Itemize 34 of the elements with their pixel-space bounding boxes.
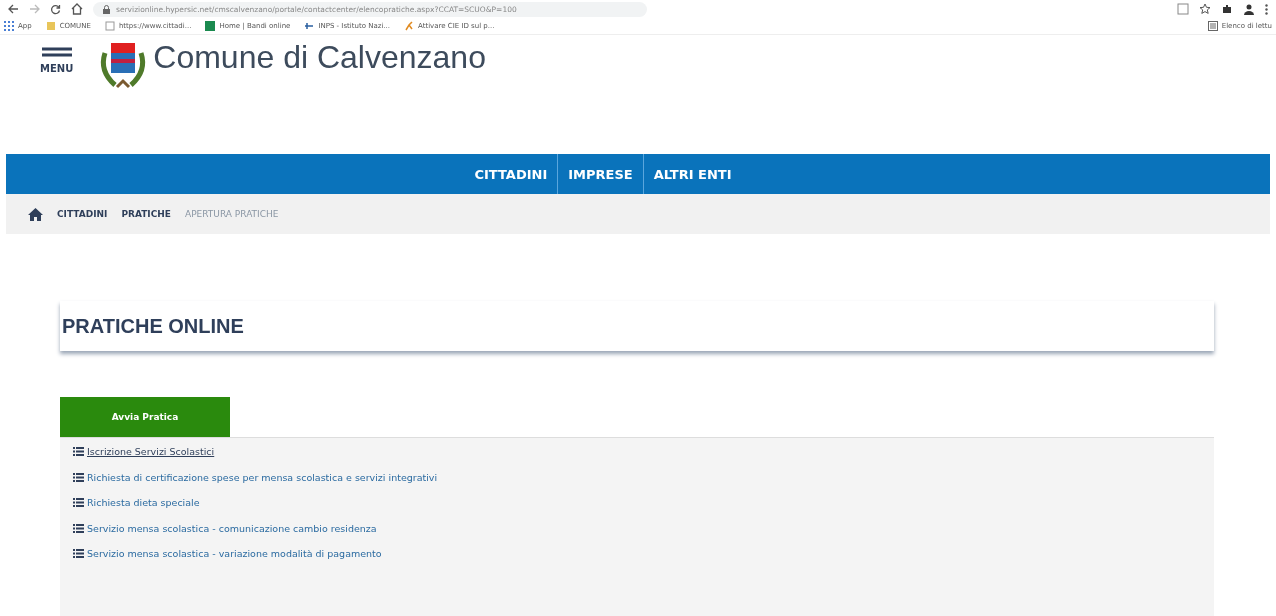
lock-icon (103, 4, 110, 14)
star-icon[interactable] (1199, 3, 1211, 15)
nav-link[interactable]: ALTRI ENTI (643, 154, 742, 194)
reload-icon[interactable] (50, 3, 61, 15)
service-link[interactable]: Iscrizione Servizi Scolastici (73, 446, 215, 457)
page-title: PRATICHE ONLINE (62, 314, 244, 338)
site-title[interactable]: Comune di Calvenzano (153, 39, 486, 76)
logo-icon (304, 21, 315, 31)
list-icon (73, 523, 84, 533)
breadcrumb-link[interactable]: CITTADINI (57, 209, 108, 219)
service-link[interactable]: Richiesta di certificazione spese per mensa scolastica e servizi integrativi (73, 471, 438, 483)
list-icon (73, 447, 84, 456)
service-link[interactable]: Servizio mensa scolastica - comunicazione cambio residenza (73, 522, 377, 534)
list-icon (1207, 21, 1218, 31)
nav-link[interactable]: IMPRESE (558, 154, 643, 194)
profile-icon[interactable] (1243, 3, 1255, 15)
back-icon[interactable] (8, 4, 19, 14)
nav-link[interactable]: CITTADINI (464, 154, 558, 194)
folder-icon (45, 21, 56, 31)
figure-icon (404, 21, 414, 31)
service-link[interactable]: Servizio mensa scolastica - variazione modalità di pagamento (73, 548, 382, 559)
page-icon (104, 21, 115, 31)
home-icon[interactable] (28, 207, 43, 221)
grid-icon (4, 21, 14, 31)
breadcrumb-link[interactable]: PRATICHE (121, 209, 171, 219)
list-icon (73, 498, 84, 507)
tab[interactable]: Avvia Pratica (60, 397, 230, 437)
service-link[interactable]: Richiesta dieta speciale (73, 497, 200, 508)
list-icon (73, 549, 84, 558)
square-icon (205, 21, 216, 31)
menu-button[interactable]: MENU (40, 47, 74, 74)
home-icon[interactable] (71, 3, 83, 15)
list-icon (73, 472, 84, 482)
more-icon[interactable] (1265, 3, 1268, 15)
